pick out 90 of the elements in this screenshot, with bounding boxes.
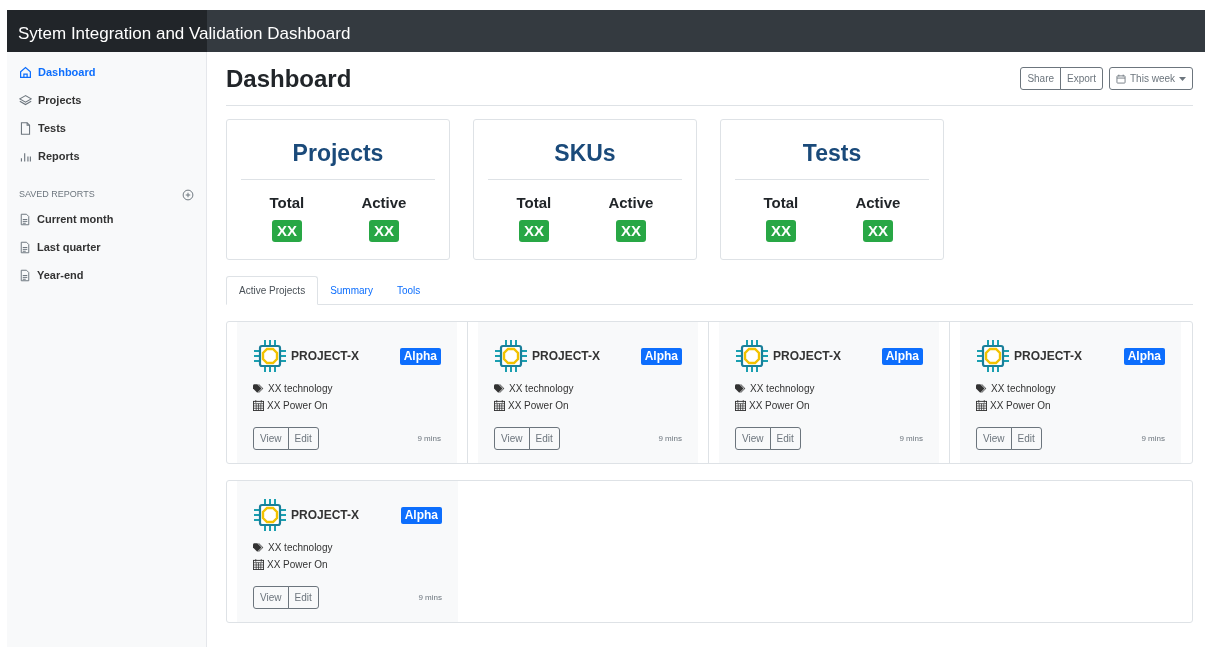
toolbar-button[interactable]: Share <box>1020 67 1062 90</box>
time-text: 9 mins <box>1141 432 1165 445</box>
milestone-text: XX Power On <box>267 399 328 413</box>
stage-badge: Alpha <box>399 347 441 365</box>
nav-link[interactable]: Last quarter <box>7 233 206 262</box>
card-button[interactable]: Edit <box>528 427 560 450</box>
stat-title: SKUs <box>488 136 682 180</box>
card-button[interactable]: Edit <box>287 427 319 450</box>
nav-link[interactable]: Dashboard <box>7 58 206 86</box>
stat-title: Projects <box>241 136 435 180</box>
nav-link[interactable]: Reports <box>7 142 206 170</box>
document-icon <box>19 213 31 226</box>
time-text: 9 mins <box>658 432 682 445</box>
stage-badge: Alpha <box>400 506 442 524</box>
calendar-icon <box>976 400 987 411</box>
count-badge: XX <box>518 220 549 242</box>
document-icon <box>19 241 31 254</box>
nav-link[interactable]: Current month <box>7 205 206 234</box>
stat-title: Tests <box>735 136 929 180</box>
chip-icon <box>494 339 528 373</box>
time-text: 9 mins <box>417 432 441 445</box>
card-button[interactable]: View <box>976 427 1012 450</box>
card-button[interactable]: Edit <box>287 586 319 609</box>
stat-label: Total <box>269 192 305 213</box>
tab[interactable]: Active Projects <box>226 276 319 305</box>
technology-text: XX technology <box>268 382 333 396</box>
time-text: 9 mins <box>899 432 923 445</box>
app-title: Sytem Integration and Validation Dashboard <box>18 23 351 45</box>
milestone-text: XX Power On <box>990 399 1051 413</box>
count-badge: XX <box>368 220 399 242</box>
page-title: Dashboard <box>226 63 352 94</box>
date-range-dropdown[interactable]: This week <box>1109 67 1193 90</box>
chip-icon <box>976 339 1010 373</box>
chip-icon <box>253 339 287 373</box>
card-button[interactable]: Edit <box>1010 427 1042 450</box>
tag-icon <box>735 383 747 394</box>
caret-icon <box>1179 76 1186 81</box>
layers-icon <box>19 93 32 107</box>
stage-badge: Alpha <box>881 347 923 365</box>
count-badge: XX <box>862 220 893 242</box>
technology-text: XX technology <box>509 382 574 396</box>
calendar-icon <box>494 400 505 411</box>
document-icon <box>19 269 31 282</box>
toolbar-button[interactable]: Export <box>1060 67 1103 90</box>
milestone-text: XX Power On <box>508 399 569 413</box>
count-badge: XX <box>271 220 302 242</box>
project-name: PROJECT-X <box>532 348 600 365</box>
add-icon[interactable] <box>182 188 194 201</box>
stat-label: Total <box>763 192 799 213</box>
count-badge: XX <box>765 220 796 242</box>
card-button[interactable]: View <box>494 427 530 450</box>
technology-text: XX technology <box>991 382 1056 396</box>
technology-text: XX technology <box>750 382 815 396</box>
chip-icon <box>735 339 769 373</box>
project-name: PROJECT-X <box>1014 348 1082 365</box>
time-text: 9 mins <box>418 591 442 604</box>
section-heading: SAVED REPORTS <box>19 188 95 201</box>
nav-link[interactable]: Tests <box>7 114 206 142</box>
stat-label: Active <box>855 192 901 213</box>
tag-icon <box>494 383 506 394</box>
tag-icon <box>253 383 265 394</box>
technology-text: XX technology <box>268 541 333 555</box>
nav-link[interactable]: Year-end <box>7 261 206 290</box>
tag-icon <box>976 383 988 394</box>
count-badge: XX <box>615 220 646 242</box>
card-button[interactable]: Edit <box>769 427 801 450</box>
tag-icon <box>253 542 265 553</box>
stat-label: Active <box>361 192 407 213</box>
project-name: PROJECT-X <box>291 507 359 524</box>
card-button[interactable]: View <box>253 427 289 450</box>
stage-badge: Alpha <box>640 347 682 365</box>
project-name: PROJECT-X <box>773 348 841 365</box>
tab[interactable]: Summary <box>318 276 385 304</box>
calendar-icon <box>1116 73 1126 84</box>
card-button[interactable]: View <box>253 586 289 609</box>
home-icon <box>19 65 32 79</box>
stage-badge: Alpha <box>1123 347 1165 365</box>
chip-icon <box>253 498 287 532</box>
milestone-text: XX Power On <box>267 558 328 572</box>
milestone-text: XX Power On <box>749 399 810 413</box>
calendar-icon <box>253 559 264 570</box>
stat-label: Total <box>516 192 552 213</box>
project-name: PROJECT-X <box>291 348 359 365</box>
card-button[interactable]: View <box>735 427 771 450</box>
file-icon <box>19 121 32 135</box>
tab[interactable]: Tools <box>384 276 433 304</box>
nav-link[interactable]: Projects <box>7 86 206 114</box>
stat-label: Active <box>608 192 654 213</box>
calendar-icon <box>253 400 264 411</box>
calendar-icon <box>735 400 746 411</box>
